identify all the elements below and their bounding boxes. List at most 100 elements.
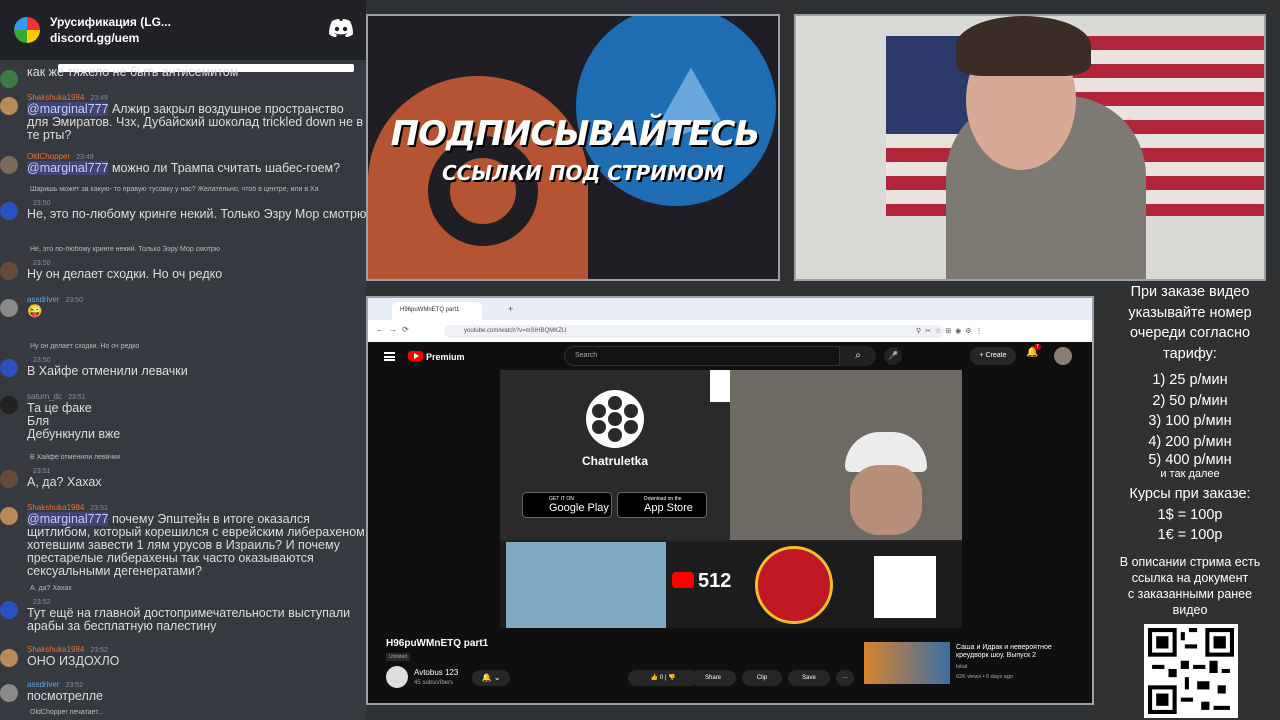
browser-window: H96puWMnETQ part1 + ←→⟳ youtube.com/watc…	[366, 296, 1094, 705]
username[interactable]: saturn_dc 23:51	[27, 392, 86, 401]
recommended-thumbnail[interactable]	[864, 642, 950, 684]
timestamp: 23:51	[33, 468, 51, 475]
desc-line: В описании стрима есть	[1119, 554, 1261, 569]
video-title: H96puWMnETQ part1	[386, 638, 489, 649]
username[interactable]: Shakshuka1984 23:52	[27, 645, 108, 654]
save-button[interactable]: Save	[788, 670, 830, 686]
avatar[interactable]	[0, 396, 18, 414]
timestamp: 23:52	[90, 647, 108, 654]
promo-title: ПОДПИСЫВАЙТЕСЬ	[390, 114, 761, 154]
channel-name[interactable]: Avtobus 123	[414, 668, 458, 677]
username[interactable]: assdriver 23:52	[27, 680, 83, 689]
mic-icon[interactable]: 🎤	[884, 347, 902, 365]
avatar[interactable]	[0, 649, 18, 667]
chatruletka-logo-icon	[586, 390, 644, 448]
username[interactable]: OldChopper 23:49	[27, 152, 94, 161]
extension-icons[interactable]: ⚲✂☆⊞◉⚙⋮	[916, 327, 987, 335]
account-avatar[interactable]	[1054, 347, 1072, 365]
username[interactable]: 23:50	[27, 198, 51, 207]
order-info-panel: При заказе видео указывайте номер очеред…	[1100, 282, 1280, 618]
url-field[interactable]: youtube.com/watch?v=mSIHBQMKZU	[444, 325, 944, 338]
like-button[interactable]: 👍 0 | 👎	[628, 670, 698, 686]
username-text[interactable]: Shakshuka1984	[27, 93, 84, 102]
reply-preview[interactable]: Не, это по-любому кринге некий. Только Э…	[30, 246, 366, 253]
avatar[interactable]	[0, 97, 18, 115]
timestamp: 23:52	[65, 682, 83, 689]
invite-link[interactable]: discord.gg/uem	[50, 30, 171, 46]
mention[interactable]: @marginal777	[27, 512, 109, 526]
video-player[interactable]: Chatruletka GET IT ON Google Play Downloa…	[500, 370, 962, 628]
message-body: Не, это по-любому кринге некий. Только Э…	[27, 207, 366, 221]
browser-tab[interactable]: H96puWMnETQ part1	[392, 302, 482, 320]
avatar[interactable]	[0, 262, 18, 280]
avatar[interactable]	[0, 507, 18, 525]
recommended-channel: lokal	[956, 664, 968, 670]
message-text: как же тяжело не быть антисемитом	[27, 66, 366, 79]
message-text: Не, это по-любому кринге некий. Только Э…	[27, 208, 366, 221]
username[interactable]: 23:50	[27, 258, 51, 267]
clip-button[interactable]: Clip	[742, 670, 782, 686]
username[interactable]: 23:50	[27, 355, 51, 364]
youtube-brand[interactable]: Premium	[426, 352, 465, 362]
tariff-and-more: и так далее	[1160, 468, 1220, 480]
video-bottom-strip: 512	[500, 542, 962, 628]
youtube-logo-icon[interactable]	[408, 351, 423, 361]
reply-preview[interactable]: Ну он делает сходки. Но оч редко	[30, 343, 366, 350]
mention[interactable]: @marginal777	[27, 161, 109, 175]
tariff-line: указывайте номер	[1128, 304, 1252, 321]
avatar[interactable]	[0, 156, 18, 174]
new-tab-icon[interactable]: +	[508, 304, 513, 314]
reply-preview[interactable]: В Хайфе отменили левачки	[30, 454, 366, 461]
more-button[interactable]: ···	[836, 670, 854, 686]
message-body: 😜	[27, 304, 43, 318]
username[interactable]: assdriver 23:50	[27, 295, 83, 304]
message-text: Та це факе Бля Дебункнули вже	[27, 402, 366, 441]
username[interactable]: 23:52	[27, 597, 51, 606]
courses-line: 1€ = 100р	[1157, 527, 1223, 543]
message-text: Ну он делает сходки. Но оч редко	[27, 268, 366, 281]
menu-icon[interactable]	[384, 352, 395, 361]
search-input[interactable]: Search	[564, 346, 840, 366]
share-button[interactable]: Share	[690, 670, 736, 686]
discord-chat-panel: Урусификация (LG... discord.gg/uem как ж…	[0, 0, 366, 720]
unlisted-badge: Unlisted	[386, 653, 411, 661]
tariff-line: При заказе видео	[1130, 284, 1250, 300]
server-name: Урусификация (LG...	[50, 15, 171, 29]
username-text[interactable]: assdriver	[27, 680, 59, 689]
nav-buttons[interactable]: ←→⟳	[376, 325, 414, 334]
subscriber-count: 512	[698, 570, 732, 592]
timestamp: 23:50	[65, 297, 83, 304]
avatar[interactable]	[0, 684, 18, 702]
avatar[interactable]	[0, 202, 18, 220]
username[interactable]: Shakshuka1984 23:49	[27, 93, 108, 102]
recommended-title[interactable]: Саша и Идрак и невероятное креудворк шоу…	[956, 644, 1076, 660]
avatar[interactable]	[0, 70, 18, 88]
reply-preview[interactable]: А, да? Хахах	[30, 585, 366, 592]
qr-code-large	[1144, 624, 1238, 718]
tariff-line: тарифу:	[1163, 345, 1217, 362]
username-text[interactable]: OldChopper	[27, 152, 70, 161]
username-text[interactable]: assdriver	[27, 295, 59, 304]
avatar[interactable]	[0, 299, 18, 317]
username[interactable]: 23:51	[27, 466, 51, 475]
username-text[interactable]: Shakshuka1984	[27, 503, 84, 512]
create-button[interactable]: + Create	[970, 347, 1016, 365]
message-body: ОНО ИЗДОХЛО	[27, 654, 120, 668]
timestamp: 23:52	[33, 599, 51, 606]
username-text[interactable]: saturn_dc	[27, 392, 62, 401]
avatar[interactable]	[0, 359, 18, 377]
search-icon[interactable]: ⌕	[840, 346, 876, 366]
username[interactable]: Shakshuka1984 23:51	[27, 503, 108, 512]
reply-preview[interactable]: Шаришь может за какую- то правую тусовку…	[30, 186, 366, 193]
timestamp: 23:49	[90, 95, 108, 102]
channel-avatar[interactable]	[386, 666, 408, 688]
tariff-line: 5) 400 р/мин	[1148, 452, 1232, 468]
message-text: посмотрелле	[27, 690, 366, 703]
username-text[interactable]: Shakshuka1984	[27, 645, 84, 654]
message-text: @marginal777 почему Эпштейн в итоге оказ…	[27, 512, 366, 578]
avatar[interactable]	[0, 470, 18, 488]
mention[interactable]: @marginal777	[27, 102, 109, 116]
qr-code-bottom	[874, 556, 936, 618]
subscribe-bell-button[interactable]: 🔔 ⌄	[472, 670, 510, 686]
avatar[interactable]	[0, 601, 18, 619]
